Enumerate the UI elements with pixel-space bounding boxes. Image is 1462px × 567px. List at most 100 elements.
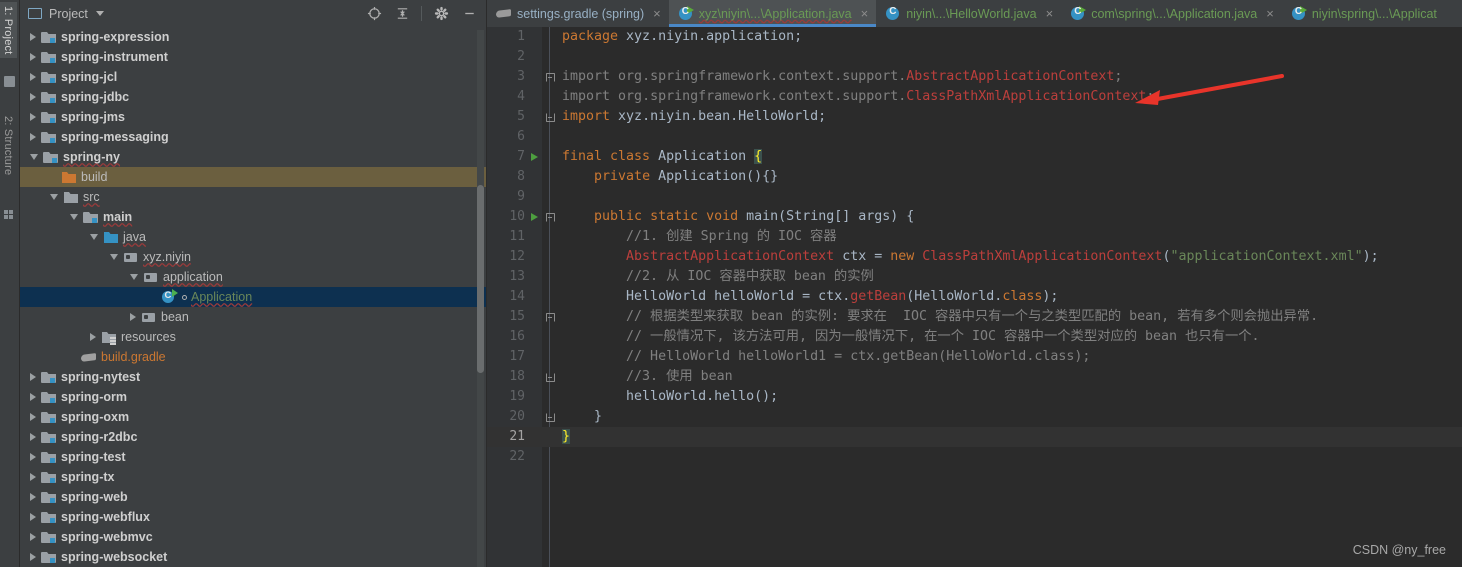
close-icon[interactable]: × (1266, 7, 1274, 20)
chevron-right-icon[interactable] (30, 373, 36, 381)
code-line-18[interactable]: 18 //3. 使用 bean (487, 367, 1462, 387)
fold-marker[interactable] (542, 212, 558, 222)
code-line-9[interactable]: 9 (487, 187, 1462, 207)
tree-row-resources[interactable]: resources (20, 327, 486, 347)
code-line-14[interactable]: 14 HelloWorld helloWorld = ctx.getBean(H… (487, 287, 1462, 307)
tree-row-spring-orm[interactable]: spring-orm (20, 387, 486, 407)
tree-row-src[interactable]: src (20, 187, 486, 207)
chevron-right-icon[interactable] (30, 33, 36, 41)
code-line-5[interactable]: 5 import xyz.niyin.bean.HelloWorld; (487, 107, 1462, 127)
collapse-all-icon[interactable] (389, 2, 415, 26)
tree-row-spring-messaging[interactable]: spring-messaging (20, 127, 486, 147)
editor-tab-1[interactable]: xyz\niyin\...\Application.java × (668, 0, 877, 27)
chevron-right-icon[interactable] (30, 553, 36, 561)
tree-row-xyz-niyin[interactable]: xyz.niyin (20, 247, 486, 267)
tree-row-spring-tx[interactable]: spring-tx (20, 467, 486, 487)
code-line-21[interactable]: 21} (487, 427, 1462, 447)
code-line-4[interactable]: 4 import org.springframework.context.supp… (487, 87, 1462, 107)
tree-row-build[interactable]: build (20, 167, 486, 187)
chevron-right-icon[interactable] (30, 133, 36, 141)
tree-row-spring-ny[interactable]: spring-ny (20, 147, 486, 167)
code-line-20[interactable]: 20 } (487, 407, 1462, 427)
fold-marker[interactable] (542, 312, 558, 322)
tree-row-main[interactable]: main (20, 207, 486, 227)
tree-row-spring-test[interactable]: spring-test (20, 447, 486, 467)
tree-row-spring-expression[interactable]: spring-expression (20, 27, 486, 47)
tree-row-spring-jcl[interactable]: spring-jcl (20, 67, 486, 87)
code-line-15[interactable]: 15 // 根据类型来获取 bean 的实例: 要求在 IOC 容器中只有一个与… (487, 307, 1462, 327)
code-line-13[interactable]: 13 //2. 从 IOC 容器中获取 bean 的实例 (487, 267, 1462, 287)
tree-row-spring-oxm[interactable]: spring-oxm (20, 407, 486, 427)
chevron-right-icon[interactable] (30, 73, 36, 81)
chevron-down-icon[interactable] (30, 154, 38, 160)
chevron-right-icon[interactable] (30, 93, 36, 101)
tree-row-spring-r2dbc[interactable]: spring-r2dbc (20, 427, 486, 447)
gutter-run-marker[interactable] (527, 153, 542, 161)
tree-row-spring-jms[interactable]: spring-jms (20, 107, 486, 127)
editor-tab-bar[interactable]: settings.gradle (spring)×xyz\niyin\...\A… (487, 0, 1462, 27)
editor-tab-0[interactable]: settings.gradle (spring) × (487, 0, 669, 27)
editor-tab-3[interactable]: com\spring\...\Application.java × (1061, 0, 1282, 27)
code-editor[interactable]: 1 package xyz.niyin.application; 2 3 import … (487, 27, 1462, 567)
locate-icon[interactable] (361, 2, 387, 26)
editor-tab-2[interactable]: niyin\...\HelloWorld.java × (876, 0, 1061, 27)
tree-row-java[interactable]: java (20, 227, 486, 247)
project-tree[interactable]: spring-expression spring-instrument spring… (20, 27, 486, 567)
tree-row-spring-jdbc[interactable]: spring-jdbc (20, 87, 486, 107)
tool-tab-project[interactable]: 1: Project (0, 2, 17, 59)
close-icon[interactable]: × (1046, 7, 1054, 20)
gear-icon[interactable] (428, 2, 454, 26)
chevron-down-icon[interactable] (90, 234, 98, 240)
tool-tab-structure[interactable]: 2: Structure (0, 112, 17, 179)
chevron-down-icon[interactable] (50, 194, 58, 200)
tree-row-spring-nytest[interactable]: spring-nytest (20, 367, 486, 387)
tree-row-spring-instrument[interactable]: spring-instrument (20, 47, 486, 67)
code-line-17[interactable]: 17 // HelloWorld helloWorld1 = ctx.getBe… (487, 347, 1462, 367)
tree-row-spring-webflux[interactable]: spring-webflux (20, 507, 486, 527)
tree-row-application[interactable]: Application (20, 287, 486, 307)
minimize-icon[interactable] (456, 2, 482, 26)
chevron-right-icon[interactable] (30, 413, 36, 421)
code-line-6[interactable]: 6 (487, 127, 1462, 147)
close-icon[interactable]: × (861, 7, 869, 20)
close-icon[interactable]: × (653, 7, 661, 20)
tree-row-spring-webmvc[interactable]: spring-webmvc (20, 527, 486, 547)
code-line-11[interactable]: 11 //1. 创建 Spring 的 IOC 容器 (487, 227, 1462, 247)
tree-row-spring-websocket[interactable]: spring-websocket (20, 547, 486, 567)
code-line-22[interactable]: 22 (487, 447, 1462, 467)
chevron-right-icon[interactable] (30, 513, 36, 521)
tree-row-application[interactable]: application (20, 267, 486, 287)
code-line-2[interactable]: 2 (487, 47, 1462, 67)
gutter-run-marker[interactable] (527, 213, 542, 221)
editor-tab-4[interactable]: niyin\spring\...\Applicat (1282, 0, 1445, 27)
code-line-1[interactable]: 1 package xyz.niyin.application; (487, 27, 1462, 47)
chevron-right-icon[interactable] (90, 333, 96, 341)
code-line-16[interactable]: 16 // 一般情况下, 该方法可用, 因为一般情况下, 在一个 IOC 容器中… (487, 327, 1462, 347)
chevron-right-icon[interactable] (130, 313, 136, 321)
code-line-10[interactable]: 10 public static void main(String[] args… (487, 207, 1462, 227)
project-scrollbar-thumb[interactable] (477, 185, 484, 373)
chevron-right-icon[interactable] (30, 393, 36, 401)
chevron-right-icon[interactable] (30, 113, 36, 121)
chevron-down-icon[interactable] (70, 214, 78, 220)
chevron-down-icon[interactable] (95, 11, 104, 16)
code-line-19[interactable]: 19 helloWorld.hello(); (487, 387, 1462, 407)
tree-row-build-gradle[interactable]: build.gradle (20, 347, 486, 367)
code-line-8[interactable]: 8 private Application(){} (487, 167, 1462, 187)
tree-row-bean[interactable]: bean (20, 307, 486, 327)
chevron-down-icon[interactable] (110, 254, 118, 260)
tree-row-spring-web[interactable]: spring-web (20, 487, 486, 507)
chevron-right-icon[interactable] (30, 473, 36, 481)
fold-marker[interactable] (542, 72, 558, 82)
chevron-down-icon[interactable] (130, 274, 138, 280)
fold-marker[interactable] (542, 372, 558, 382)
chevron-right-icon[interactable] (30, 53, 36, 61)
fold-marker[interactable] (542, 112, 558, 122)
chevron-right-icon[interactable] (30, 533, 36, 541)
code-line-3[interactable]: 3 import org.springframework.context.supp… (487, 67, 1462, 87)
code-line-12[interactable]: 12 AbstractApplicationContext ctx = new … (487, 247, 1462, 267)
fold-marker[interactable] (542, 412, 558, 422)
chevron-right-icon[interactable] (30, 453, 36, 461)
code-lines[interactable]: 1 package xyz.niyin.application; 2 3 import … (487, 27, 1462, 567)
code-line-7[interactable]: 7 final class Application { (487, 147, 1462, 167)
